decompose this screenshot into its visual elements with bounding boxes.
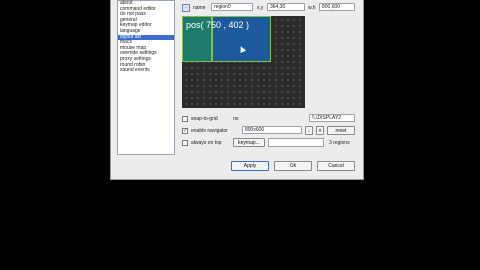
ok-button[interactable]: Ok xyxy=(274,161,312,171)
settings-category-list[interactable]: about command editor do not pass general key… xyxy=(117,0,175,155)
settings-dialog: about command editor do not pass general key… xyxy=(110,0,364,180)
region-wh-field[interactable]: 800,600 xyxy=(319,3,355,11)
cancel-button[interactable]: Cancel xyxy=(317,161,355,171)
keymap-field[interactable] xyxy=(268,138,324,147)
enable-navigator-label: enable navigator xyxy=(191,128,228,134)
navigator-close-button[interactable]: x xyxy=(316,126,324,135)
region-xy-field[interactable]: 364,30 xyxy=(267,3,305,11)
snap-field-label: no xyxy=(233,116,239,122)
navigator-reset-button[interactable]: reset xyxy=(327,126,355,135)
enable-navigator-checkbox[interactable]: ✓ xyxy=(182,128,188,134)
cursor-position-label: pos( 750 , 402 ) xyxy=(186,20,250,30)
apply-button[interactable]: Apply xyxy=(231,161,269,171)
xy-label: x,y xyxy=(257,5,264,11)
navigator-size-select[interactable]: 800x600 xyxy=(242,126,302,134)
regions-count: 3 regions xyxy=(329,140,350,146)
layout-canvas[interactable]: pos( 750 , 402 ) xyxy=(182,16,305,108)
keymap-button[interactable]: keymap... xyxy=(233,138,265,147)
settings-list-item[interactable]: sound events xyxy=(118,68,174,74)
navigator-up-button[interactable]: ↓ xyxy=(305,126,313,135)
region-icon[interactable]: ◦ xyxy=(182,4,190,12)
name-label: name xyxy=(193,5,206,11)
wh-label: w,h xyxy=(308,5,316,11)
always-on-top-label: always on top xyxy=(191,140,222,146)
snap-to-grid-checkbox[interactable] xyxy=(182,116,188,122)
snap-to-grid-label: snap-to-grid xyxy=(191,116,218,122)
always-on-top-checkbox[interactable] xyxy=(182,140,188,146)
region-name-field[interactable]: region0 xyxy=(211,3,253,11)
display-select[interactable]: \\.\DISPLAY2 xyxy=(309,114,355,122)
